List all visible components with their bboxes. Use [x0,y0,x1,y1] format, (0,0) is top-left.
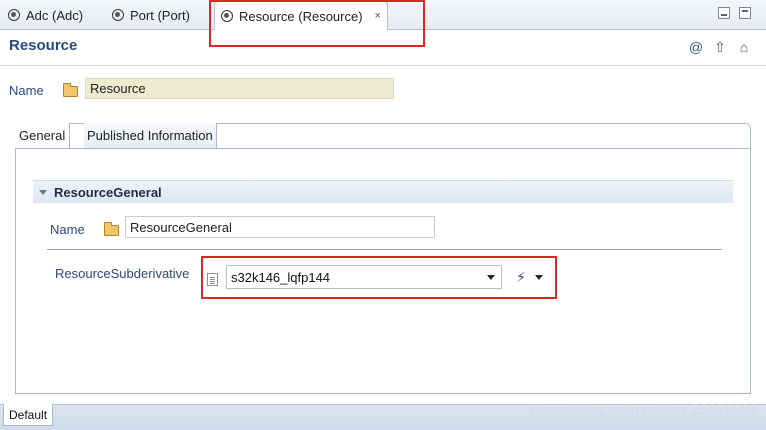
tab-port-label: Port (Port) [130,7,190,23]
name-label: Name [9,83,44,98]
document-icon [207,273,218,286]
subderivative-label: ResourceSubderivative [55,266,190,281]
section-header[interactable]: ResourceGeneral [33,180,733,203]
header-toolbar: @ ⇧ ⌂ [688,39,752,56]
tab-port[interactable]: Port (Port) [106,3,196,27]
subderivative-selected: s32k146_lqfp144 [231,269,331,285]
tab-published-information[interactable]: Published Information [84,123,217,149]
section-title: ResourceGeneral [54,184,162,200]
action-dropdown-icon[interactable] [535,275,543,280]
folder-icon[interactable] [104,222,119,236]
editor-tab-bar: Adc (Adc) Port (Port) Resource (Resource… [0,0,766,30]
section-divider [47,249,722,250]
tab-adc[interactable]: Adc (Adc) [2,3,89,27]
lightning-action-icon[interactable]: ⚡ [513,269,529,285]
home-icon[interactable]: ⌂ [736,39,752,55]
collapse-triangle-icon[interactable] [39,189,47,195]
header-divider [0,65,766,66]
tab-adc-label: Adc (Adc) [26,7,84,23]
up-arrow-icon[interactable]: ⇧ [712,39,728,55]
module-icon [8,9,20,21]
watermark-text: https://blog.csdn.net/qq_25920091 [529,403,758,418]
tab-resource-label: Resource (Resource) [239,8,363,24]
section-name-label: Name [50,222,85,237]
tab-default[interactable]: Default [3,404,54,426]
subderivative-combo[interactable]: s32k146_lqfp144 [226,265,502,289]
minimize-button[interactable] [718,7,730,19]
chevron-down-icon[interactable] [487,275,495,280]
page-title: Resource [9,37,78,54]
maximize-button[interactable] [739,7,751,19]
module-icon [112,9,124,21]
section-name-field[interactable]: ResourceGeneral [125,216,435,238]
name-field[interactable]: Resource [85,78,394,99]
tab-resource[interactable]: Resource (Resource) × [214,1,388,30]
at-icon[interactable]: @ [688,39,704,55]
panel-tab-bar: General Published Information [15,123,751,150]
folder-icon[interactable] [63,83,78,97]
close-icon[interactable]: × [375,10,381,22]
module-icon [221,10,233,22]
tab-general[interactable]: General [15,123,71,150]
